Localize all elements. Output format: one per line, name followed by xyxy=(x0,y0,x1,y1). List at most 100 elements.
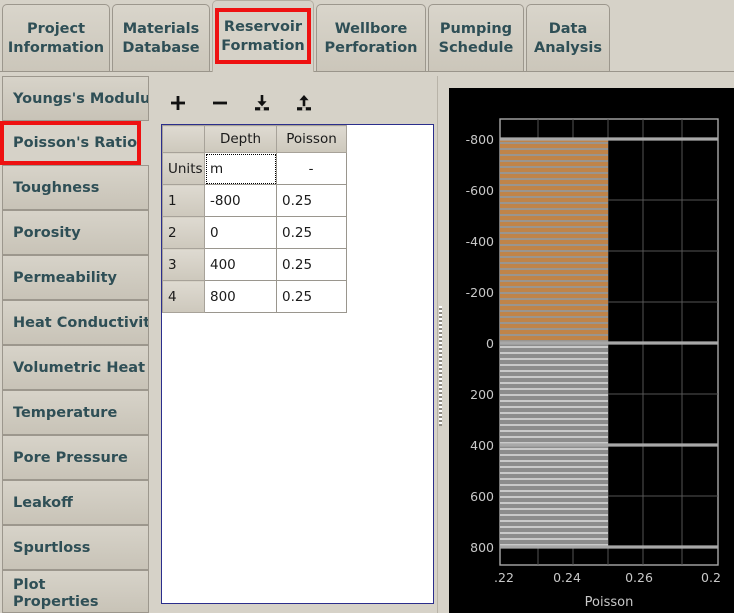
sidebar-item-pore-pressure[interactable]: Pore Pressure xyxy=(2,435,149,480)
y-tick-label: 800 xyxy=(470,540,494,555)
sidebar-item-temperature[interactable]: Temperature xyxy=(2,390,149,435)
sidebar-item-plot-properties[interactable]: Plot Properties xyxy=(2,570,149,613)
column-header-spacer xyxy=(346,125,433,153)
sidebar-item-label: Pore Pressure xyxy=(13,449,128,466)
x-tick-label: 0.2 xyxy=(701,570,721,585)
row-header-4[interactable]: 4 xyxy=(162,280,205,313)
x-tick-label: 0.26 xyxy=(625,570,653,585)
sidebar-item-toughness[interactable]: Toughness xyxy=(2,165,149,210)
tab-label-line2: Information xyxy=(7,39,105,56)
data-table-panel: Depth Poisson Units m - 1 -800 0.25 2 0 … xyxy=(153,76,434,613)
minus-icon xyxy=(213,101,227,105)
y-tick-label: -600 xyxy=(466,183,494,198)
sidebar-item-heat-conductivity[interactable]: Heat Conductivity xyxy=(2,300,149,345)
column-header-depth[interactable]: Depth xyxy=(204,125,277,153)
table-row: 2 0 0.25 xyxy=(162,216,433,249)
sidebar-item-porosity[interactable]: Porosity xyxy=(2,210,149,255)
cell-4-depth[interactable]: 800 xyxy=(204,280,277,313)
properties-table[interactable]: Depth Poisson Units m - 1 -800 0.25 2 0 … xyxy=(161,124,434,604)
y-tick-label: -800 xyxy=(466,132,494,147)
remove-row-button[interactable] xyxy=(203,89,237,117)
sidebar-item-label: Leakoff xyxy=(13,494,73,511)
sidebar-item-permeability[interactable]: Permeability xyxy=(2,255,149,300)
sidebar-item-label: Porosity xyxy=(13,224,81,241)
tab-label-line2: Schedule xyxy=(438,39,514,56)
cell-3-depth[interactable]: 400 xyxy=(204,248,277,281)
poisson-depth-chart[interactable]: -800 -600 -400 -200 0 200 400 600 800 .2… xyxy=(449,88,734,613)
tab-label-line2: Database xyxy=(122,39,200,56)
table-toolbar xyxy=(153,86,434,120)
table-element: Depth Poisson Units m - 1 -800 0.25 2 0 … xyxy=(162,125,433,313)
tab-wellbore-perforation[interactable]: Wellbore Perforation xyxy=(316,4,426,72)
tab-data-analysis[interactable]: Data Analysis xyxy=(526,4,610,72)
tab-label-line1: Project xyxy=(26,21,86,38)
table-row: 4 800 0.25 xyxy=(162,280,433,313)
tab-pumping-schedule[interactable]: Pumping Schedule xyxy=(428,4,524,72)
row-header-units[interactable]: Units xyxy=(162,152,205,185)
row-header-2[interactable]: 2 xyxy=(162,216,205,249)
tab-materials-database[interactable]: Materials Database xyxy=(112,4,210,72)
tab-label-line1: Wellbore xyxy=(334,21,408,38)
splitter-edge xyxy=(437,76,438,613)
tab-label-line2: Analysis xyxy=(534,39,602,56)
column-header-index[interactable] xyxy=(162,125,205,153)
sidebar-item-poissons-ratio[interactable]: Poisson's Ratio xyxy=(2,123,149,163)
sidebar-item-label: Toughness xyxy=(13,179,100,196)
sidebar-item-label: Temperature xyxy=(13,404,118,421)
cell-3-poisson[interactable]: 0.25 xyxy=(276,248,347,281)
table-header-row: Depth Poisson xyxy=(162,125,433,153)
sidebar-item-volumetric-heat-capacity[interactable]: Volumetric Heat C xyxy=(2,345,149,390)
column-header-poisson[interactable]: Poisson xyxy=(276,125,347,153)
tab-label-line1: Pumping xyxy=(439,21,513,38)
layer-bar-upper-formation[interactable] xyxy=(500,139,608,343)
sidebar-item-label-line2: Properties xyxy=(13,593,99,610)
import-button[interactable] xyxy=(245,89,279,117)
row-header-3[interactable]: 3 xyxy=(162,248,205,281)
upload-icon xyxy=(297,95,311,111)
tab-reservoir-formation[interactable]: Reservoir Formation xyxy=(212,0,314,72)
panel-splitter[interactable] xyxy=(437,76,445,613)
y-tick-label: 400 xyxy=(470,438,494,453)
y-tick-label: 200 xyxy=(470,387,494,402)
sidebar-item-label: Youngs's Modulus xyxy=(13,90,149,107)
cell-4-poisson[interactable]: 0.25 xyxy=(276,280,347,313)
cell-spacer xyxy=(346,152,433,185)
property-sidebar: Youngs's Modulus Poisson's Ratio Toughne… xyxy=(0,76,150,613)
table-row: Units m - xyxy=(162,152,433,185)
y-tick-label: 600 xyxy=(470,489,494,504)
table-row: 3 400 0.25 xyxy=(162,248,433,281)
cell-units-poisson[interactable]: - xyxy=(276,152,347,185)
add-row-button[interactable] xyxy=(161,89,195,117)
main-tab-bar: Project Information Materials Database R… xyxy=(0,0,734,72)
tab-label-line1: Data xyxy=(548,21,588,38)
cell-2-poisson[interactable]: 0.25 xyxy=(276,216,347,249)
y-tick-label: -400 xyxy=(466,234,494,249)
splitter-grip[interactable] xyxy=(439,306,442,426)
tab-label-line2: Perforation xyxy=(324,39,418,56)
tab-project-information[interactable]: Project Information xyxy=(2,4,110,72)
row-header-1[interactable]: 1 xyxy=(162,184,205,217)
tab-label-line1: Materials xyxy=(122,21,200,38)
sidebar-item-spurtloss[interactable]: Spurtloss xyxy=(2,525,149,570)
cell-units-depth[interactable]: m xyxy=(204,152,277,185)
sidebar-item-leakoff[interactable]: Leakoff xyxy=(2,480,149,525)
cell-2-depth[interactable]: 0 xyxy=(204,216,277,249)
y-tick-label: -200 xyxy=(466,285,494,300)
cell-spacer xyxy=(346,280,433,313)
sidebar-item-youngs-modulus[interactable]: Youngs's Modulus xyxy=(2,76,149,121)
tabbar-bottom-divider xyxy=(0,71,734,72)
x-axis-title: Poisson xyxy=(585,595,634,610)
cell-1-depth[interactable]: -800 xyxy=(204,184,277,217)
sidebar-item-label: Spurtloss xyxy=(13,539,91,556)
application-window: Project Information Materials Database R… xyxy=(0,0,734,613)
cell-spacer xyxy=(346,248,433,281)
plus-icon xyxy=(171,96,185,110)
sidebar-item-label-line1: Plot xyxy=(13,577,46,593)
cell-spacer xyxy=(346,216,433,249)
sidebar-item-label: Volumetric Heat C xyxy=(13,359,149,376)
cell-1-poisson[interactable]: 0.25 xyxy=(276,184,347,217)
sidebar-item-label: Permeability xyxy=(13,269,118,286)
download-icon xyxy=(255,95,269,111)
export-button[interactable] xyxy=(287,89,321,117)
table-row: 1 -800 0.25 xyxy=(162,184,433,217)
